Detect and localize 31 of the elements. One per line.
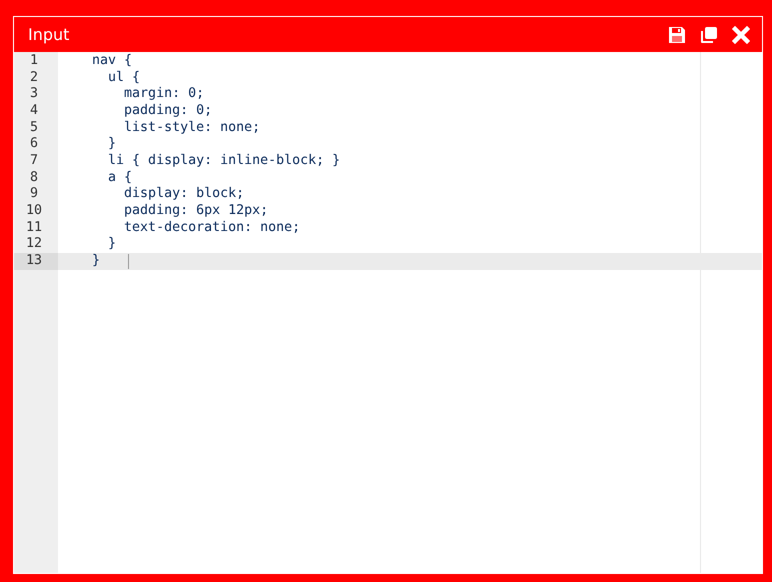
code-line: } [107,236,116,253]
line-number: 1 [28,53,39,70]
code-line: li { display: inline-block; } [107,152,340,170]
line-number: 6 [28,136,39,153]
line-number: 3 [28,86,39,103]
close-icon[interactable] [732,26,750,44]
copy-icon[interactable] [700,26,718,44]
line-number: 10 [24,202,43,220]
save-icon[interactable] [668,26,686,44]
code-line: } [91,252,100,270]
window-title: Input [28,24,70,46]
line-number: 4 [28,102,39,120]
code-line: padding: 0; [123,102,212,120]
line-number: 11 [24,220,43,236]
line-number: 2 [28,70,39,86]
code-line: nav { [91,53,132,70]
line-number: 9 [28,186,39,203]
code-line: padding: 6px 12px; [123,202,268,220]
code-line: display: block; [123,186,244,203]
code-line: a { [107,170,132,186]
line-number: 12 [24,236,43,253]
code-line: margin: 0; [123,86,204,103]
code-line: text-decoration: none; [123,220,300,236]
text-cursor [128,254,130,269]
line-number: 8 [28,170,39,186]
code-line: ul { [107,70,140,86]
code-line: list-style: none; [123,120,260,136]
line-number: 13 [14,252,58,270]
line-number: 5 [28,120,39,136]
line-number: 7 [28,152,39,170]
code-line: } [107,136,116,153]
